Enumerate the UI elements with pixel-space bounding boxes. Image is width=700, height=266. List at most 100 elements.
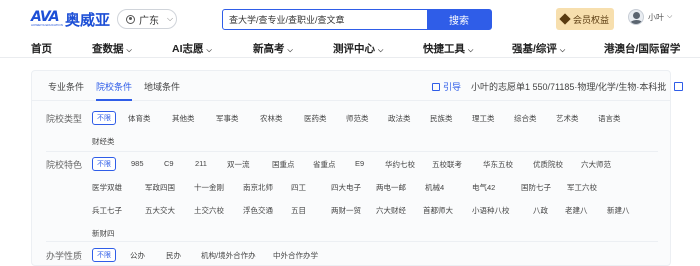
school-type-option[interactable]: 农林类 <box>260 113 283 124</box>
tab-school-conditions[interactable]: 院校条件 <box>96 80 133 101</box>
chevron-down-icon: ⌵ <box>206 47 212 54</box>
school-feature-option[interactable]: 六大财经 <box>376 205 406 216</box>
location-pin-icon <box>126 14 135 24</box>
chevron-down-icon: ⌵ <box>287 47 293 54</box>
chevron-down-icon: ⌵ <box>559 47 566 54</box>
chevron-down-icon: ⌵ <box>378 47 384 54</box>
main-nav: 首页 查数据 ⌵ AI志愿 ⌵ 新高考 ⌵ 测评中心 ⌵ 快捷工具 ⌵ 强基/综评 ⌵ 港澳… <box>0 38 700 58</box>
search-button[interactable]: 搜索 <box>427 10 491 29</box>
vip-label: 会员权益 <box>572 14 609 25</box>
logo-mark-icon: AVA AOWEIYA EDUCATION <box>31 8 63 30</box>
nav-item-data[interactable]: 查数据 ⌵ <box>92 41 132 56</box>
school-feature-option[interactable]: 优质院校 <box>533 159 563 170</box>
location-selector[interactable]: 广东 ⌵ <box>117 9 177 29</box>
school-feature-option[interactable]: 五校联考 <box>432 159 462 170</box>
school-feature-option[interactable]: 浮色交通 <box>243 205 273 216</box>
school-feature-label: 院校特色 <box>46 160 83 170</box>
tab-region-conditions[interactable]: 地域条件 <box>144 80 180 93</box>
school-feature-option[interactable]: 兵工七子 <box>92 205 122 216</box>
volunteer-info: 引导 小叶的志愿单1 550/71185·物理/化学/生物·本科批 <box>432 80 684 93</box>
school-type-option[interactable]: 艺术类 <box>556 113 579 124</box>
school-feature-option[interactable]: 国重点 <box>272 159 295 170</box>
guide-tag[interactable]: 引导 <box>432 80 461 93</box>
avatar <box>628 9 644 25</box>
school-nature-option[interactable]: 机构/境外合作办 <box>201 250 256 261</box>
school-feature-option[interactable]: 老建八 <box>565 205 588 216</box>
school-feature-option[interactable]: 南京北师 <box>243 182 273 193</box>
user-name: 小叶 <box>648 12 664 22</box>
school-type-option[interactable]: 综合类 <box>514 113 537 124</box>
school-feature-option[interactable]: 六大师范 <box>581 159 611 170</box>
school-nature-option[interactable]: 中外合作办学 <box>273 250 318 261</box>
school-type-option[interactable]: 军事类 <box>216 113 239 124</box>
school-type-option[interactable]: 师范类 <box>346 113 369 124</box>
school-type-option[interactable]: 不限 <box>92 111 116 125</box>
school-feature-option[interactable]: 两财一贸 <box>331 205 361 216</box>
location-label: 广东 <box>139 15 159 27</box>
filter-panel: 专业条件 院校条件 地域条件 引导 小叶的志愿单1 550/71185·物理/化… <box>31 70 684 266</box>
top-bar: AVA AOWEIYA EDUCATION 奥威亚 广东 ⌵ 搜索 会员权益 小… <box>0 0 700 38</box>
school-type-option[interactable]: 其他类 <box>172 113 195 124</box>
school-type-label: 院校类型 <box>46 114 83 124</box>
school-nature-option[interactable]: 不限 <box>92 248 116 262</box>
school-feature-option[interactable]: 华东五校 <box>483 159 513 170</box>
school-feature-option[interactable]: 两电一邮 <box>376 182 406 193</box>
logo-mark-sub: AOWEIYA EDUCATION <box>31 23 63 27</box>
school-feature-option[interactable]: 十一金刚 <box>194 182 224 193</box>
school-nature-option[interactable]: 公办 <box>130 250 145 261</box>
school-feature-option[interactable]: 211 <box>195 159 207 168</box>
school-type-option[interactable]: 财经类 <box>92 136 115 147</box>
school-type-option[interactable]: 政法类 <box>388 113 411 124</box>
brand-name: 奥威亚 <box>65 11 111 29</box>
nav-item-assessment[interactable]: 测评中心 ⌵ <box>333 41 383 56</box>
school-feature-option[interactable]: 四工 <box>291 182 306 193</box>
school-feature-option[interactable]: 五大交大 <box>145 205 175 216</box>
nav-item-strong-base[interactable]: 强基/综评 ⌵ <box>512 41 565 56</box>
nav-item-home[interactable]: 首页 <box>31 41 52 56</box>
user-menu[interactable]: 小叶 ⌵ <box>628 9 672 25</box>
nav-item-tools[interactable]: 快捷工具 ⌵ <box>423 41 473 56</box>
school-type-option[interactable]: 语言类 <box>598 113 621 124</box>
vip-button[interactable]: 会员权益 <box>556 8 614 30</box>
school-feature-option[interactable]: E9 <box>355 159 364 168</box>
school-feature-option[interactable]: 新建八 <box>607 205 630 216</box>
school-feature-option[interactable]: 首都师大 <box>423 205 453 216</box>
school-feature-option[interactable]: 医学双雄 <box>92 182 122 193</box>
filter-tabs: 专业条件 院校条件 地域条件 引导 小叶的志愿单1 550/71185·物理/化… <box>32 71 684 101</box>
guide-icon <box>432 82 440 91</box>
school-feature-option[interactable]: 省重点 <box>313 159 336 170</box>
school-type-option[interactable]: 医药类 <box>304 113 327 124</box>
tab-major-conditions[interactable]: 专业条件 <box>48 80 84 93</box>
diamond-icon <box>559 13 571 25</box>
logo[interactable]: AVA AOWEIYA EDUCATION 奥威亚 <box>31 8 110 30</box>
school-feature-option[interactable]: 新财四 <box>92 228 115 239</box>
school-type-option[interactable]: 民族类 <box>430 113 453 124</box>
nav-item-overseas[interactable]: 港澳台/国际留学 <box>604 41 680 56</box>
divider <box>46 151 658 152</box>
school-feature-option[interactable]: 985 <box>131 159 144 168</box>
divider <box>46 241 658 242</box>
school-feature-option[interactable]: C9 <box>164 159 174 168</box>
school-nature-option[interactable]: 民办 <box>166 250 181 261</box>
school-feature-option[interactable]: 土交六校 <box>194 205 224 216</box>
school-feature-option[interactable]: 八政 <box>533 205 548 216</box>
nav-item-ai[interactable]: AI志愿 ⌵ <box>172 41 212 56</box>
school-feature-option[interactable]: 小语种八校 <box>472 205 510 216</box>
nav-item-new-exam[interactable]: 新高考 ⌵ <box>253 41 293 56</box>
school-feature-option[interactable]: 华约七校 <box>385 159 415 170</box>
school-feature-option[interactable]: 五目 <box>291 205 306 216</box>
school-feature-option[interactable]: 四大电子 <box>331 182 361 193</box>
school-feature-option[interactable]: 军政四国 <box>145 182 175 193</box>
school-feature-option[interactable]: 军工六校 <box>567 182 597 193</box>
school-feature-option[interactable]: 机械4 <box>425 182 444 193</box>
school-type-option[interactable]: 理工类 <box>472 113 495 124</box>
edit-icon[interactable] <box>674 82 684 91</box>
search-input[interactable] <box>223 10 427 29</box>
school-feature-option[interactable]: 双一流 <box>227 159 250 170</box>
search-bar: 搜索 <box>222 9 492 30</box>
chevron-down-icon: ⌵ <box>468 47 474 54</box>
school-feature-option[interactable]: 不限 <box>92 157 116 171</box>
school-feature-option[interactable]: 国防七子 <box>521 182 551 193</box>
school-feature-option[interactable]: 电气42 <box>472 182 495 193</box>
school-type-option[interactable]: 体育类 <box>128 113 151 124</box>
